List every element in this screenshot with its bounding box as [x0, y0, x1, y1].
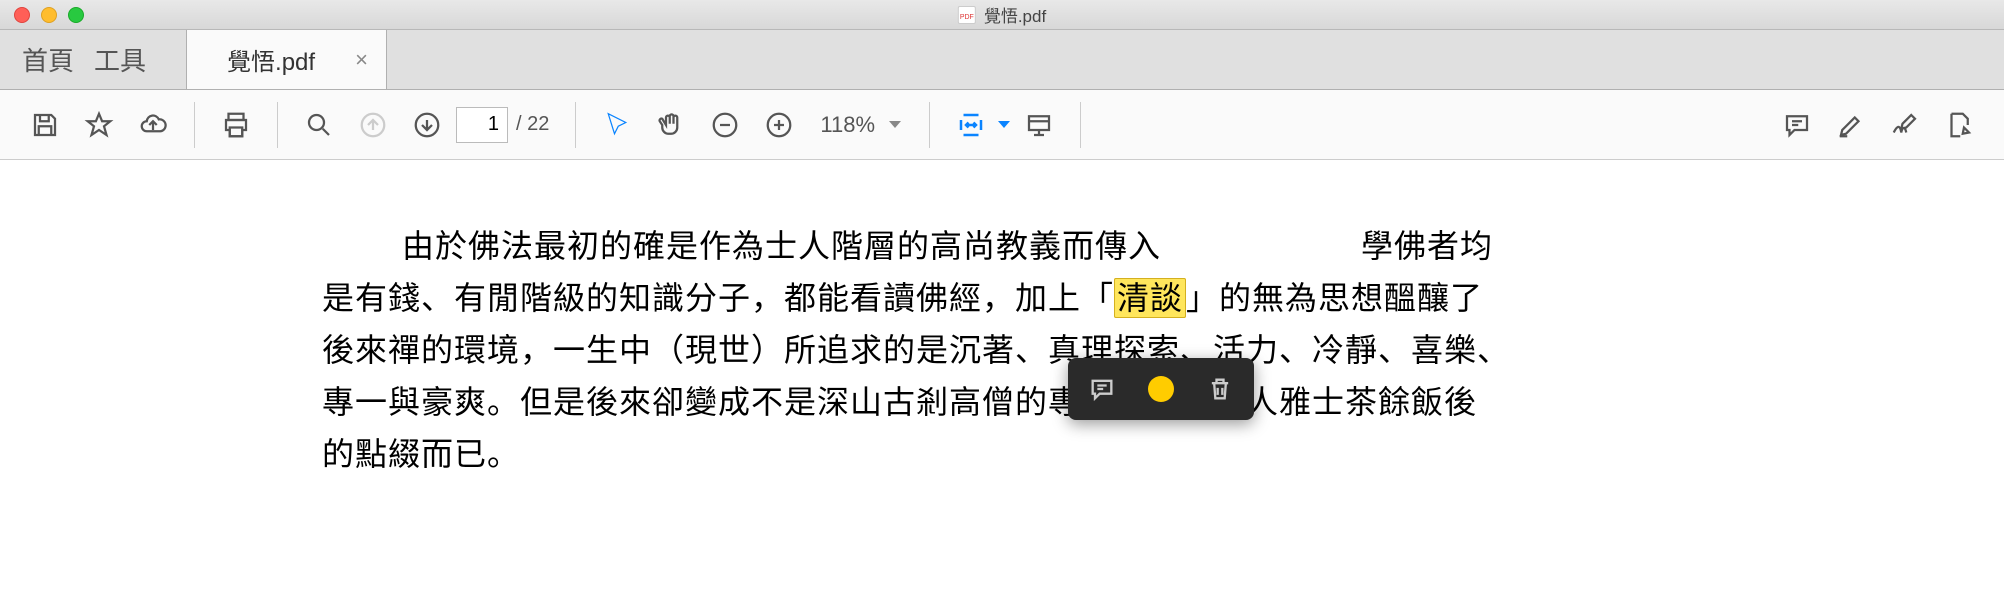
note-icon[interactable] [1088, 375, 1116, 403]
toolbar-separator [1080, 102, 1081, 148]
text-run: 是有錢、有閒階級的知識分子，都能看讀佛經，加上「 [322, 280, 1114, 316]
find-button[interactable] [294, 100, 344, 150]
save-button[interactable] [20, 100, 70, 150]
selection-tool-button[interactable] [592, 100, 642, 150]
read-mode-button[interactable] [1014, 100, 1064, 150]
cloud-upload-icon [138, 110, 168, 140]
toolbar-separator [929, 102, 930, 148]
text-line: 是有錢、有閒階級的知識分子，都能看讀佛經，加上「清談」的無為思想醞釀了 [322, 272, 1682, 324]
window-title: 覺悟.pdf [984, 2, 1046, 27]
screen-icon [1024, 110, 1054, 140]
print-button[interactable] [211, 100, 261, 150]
star-icon [84, 110, 114, 140]
hand-icon [656, 110, 686, 140]
page-number-input[interactable] [456, 107, 508, 143]
text-line: 專一與豪爽。但是後來卻變成不是深山古剎高僧的專利，便是文人雅士茶餘飯後 [322, 376, 1682, 428]
window-close-button[interactable] [14, 7, 30, 23]
highlight-button[interactable] [1826, 100, 1876, 150]
sign-button[interactable] [1880, 100, 1930, 150]
cloud-upload-button[interactable] [128, 100, 178, 150]
edit-document-icon [1944, 110, 1974, 140]
tab-active-document[interactable]: 覺悟.pdf × [186, 30, 387, 89]
zoom-select[interactable]: 118% [808, 112, 913, 138]
titlebar-title-group: PDF 覺悟.pdf [958, 2, 1046, 27]
zoom-out-button[interactable] [700, 100, 750, 150]
text-line: 的點綴而已。 [322, 428, 1682, 480]
toolbar: / 22 118% [0, 90, 2004, 160]
text-run: 」的無為思想醞釀了 [1186, 280, 1483, 316]
tab-home[interactable]: 首頁 [0, 30, 84, 89]
traffic-lights [0, 7, 84, 23]
fit-width-button[interactable] [946, 100, 1010, 150]
save-icon [30, 110, 60, 140]
signature-icon [1890, 110, 1920, 140]
annotation-popup [1068, 358, 1254, 420]
text-line: 後來禪的環境，一生中（現世）所追求的是沉著、真理探索、活力、冷靜、喜樂、 [322, 324, 1682, 376]
paragraph: 由於佛法最初的確是作為士人階層的高尚教義而傳入 學佛者均 [322, 220, 1682, 272]
edit-pdf-button[interactable] [1934, 100, 1984, 150]
window-titlebar: PDF 覺悟.pdf [0, 0, 2004, 30]
document-viewport[interactable]: 由於佛法最初的確是作為士人階層的高尚教義而傳入 學佛者均 是有錢、有閒階級的知識分… [0, 160, 2004, 480]
search-icon [304, 110, 334, 140]
comment-icon [1782, 110, 1812, 140]
next-page-button[interactable] [402, 100, 452, 150]
toolbar-separator [575, 102, 576, 148]
color-swatch[interactable] [1148, 376, 1174, 402]
chevron-down-icon [998, 121, 1010, 128]
window-maximize-button[interactable] [68, 7, 84, 23]
print-icon [221, 110, 251, 140]
highlighter-icon [1836, 110, 1866, 140]
star-button[interactable] [74, 100, 124, 150]
pdf-file-icon: PDF [958, 6, 976, 24]
page-content: 由於佛法最初的確是作為士人階層的高尚教義而傳入 學佛者均 是有錢、有閒階級的知識分… [322, 220, 1682, 480]
zoom-in-button[interactable] [754, 100, 804, 150]
previous-page-button[interactable] [348, 100, 398, 150]
fit-width-icon [956, 110, 986, 140]
text-run: 由於佛法最初的確是作為士人階層的高尚教義而傳入 [402, 228, 1161, 264]
toolbar-separator [277, 102, 278, 148]
plus-circle-icon [764, 110, 794, 140]
zoom-value: 118% [820, 112, 875, 138]
hand-tool-button[interactable] [646, 100, 696, 150]
tab-label: 覺悟.pdf [227, 42, 315, 77]
arrow-up-icon [358, 110, 388, 140]
window-minimize-button[interactable] [41, 7, 57, 23]
comment-button[interactable] [1772, 100, 1822, 150]
toolbar-separator [194, 102, 195, 148]
cursor-icon [602, 110, 632, 140]
close-icon[interactable]: × [355, 47, 368, 73]
chevron-down-icon [889, 121, 901, 128]
arrow-down-icon [412, 110, 442, 140]
highlighted-text[interactable]: 清談 [1114, 278, 1186, 318]
trash-icon[interactable] [1206, 375, 1234, 403]
text-run: 學佛者均 [1361, 228, 1493, 264]
page-total-label: / 22 [516, 113, 549, 136]
minus-circle-icon [710, 110, 740, 140]
tab-tools[interactable]: 工具 [84, 30, 156, 89]
tab-bar: 首頁 工具 覺悟.pdf × [0, 30, 2004, 90]
